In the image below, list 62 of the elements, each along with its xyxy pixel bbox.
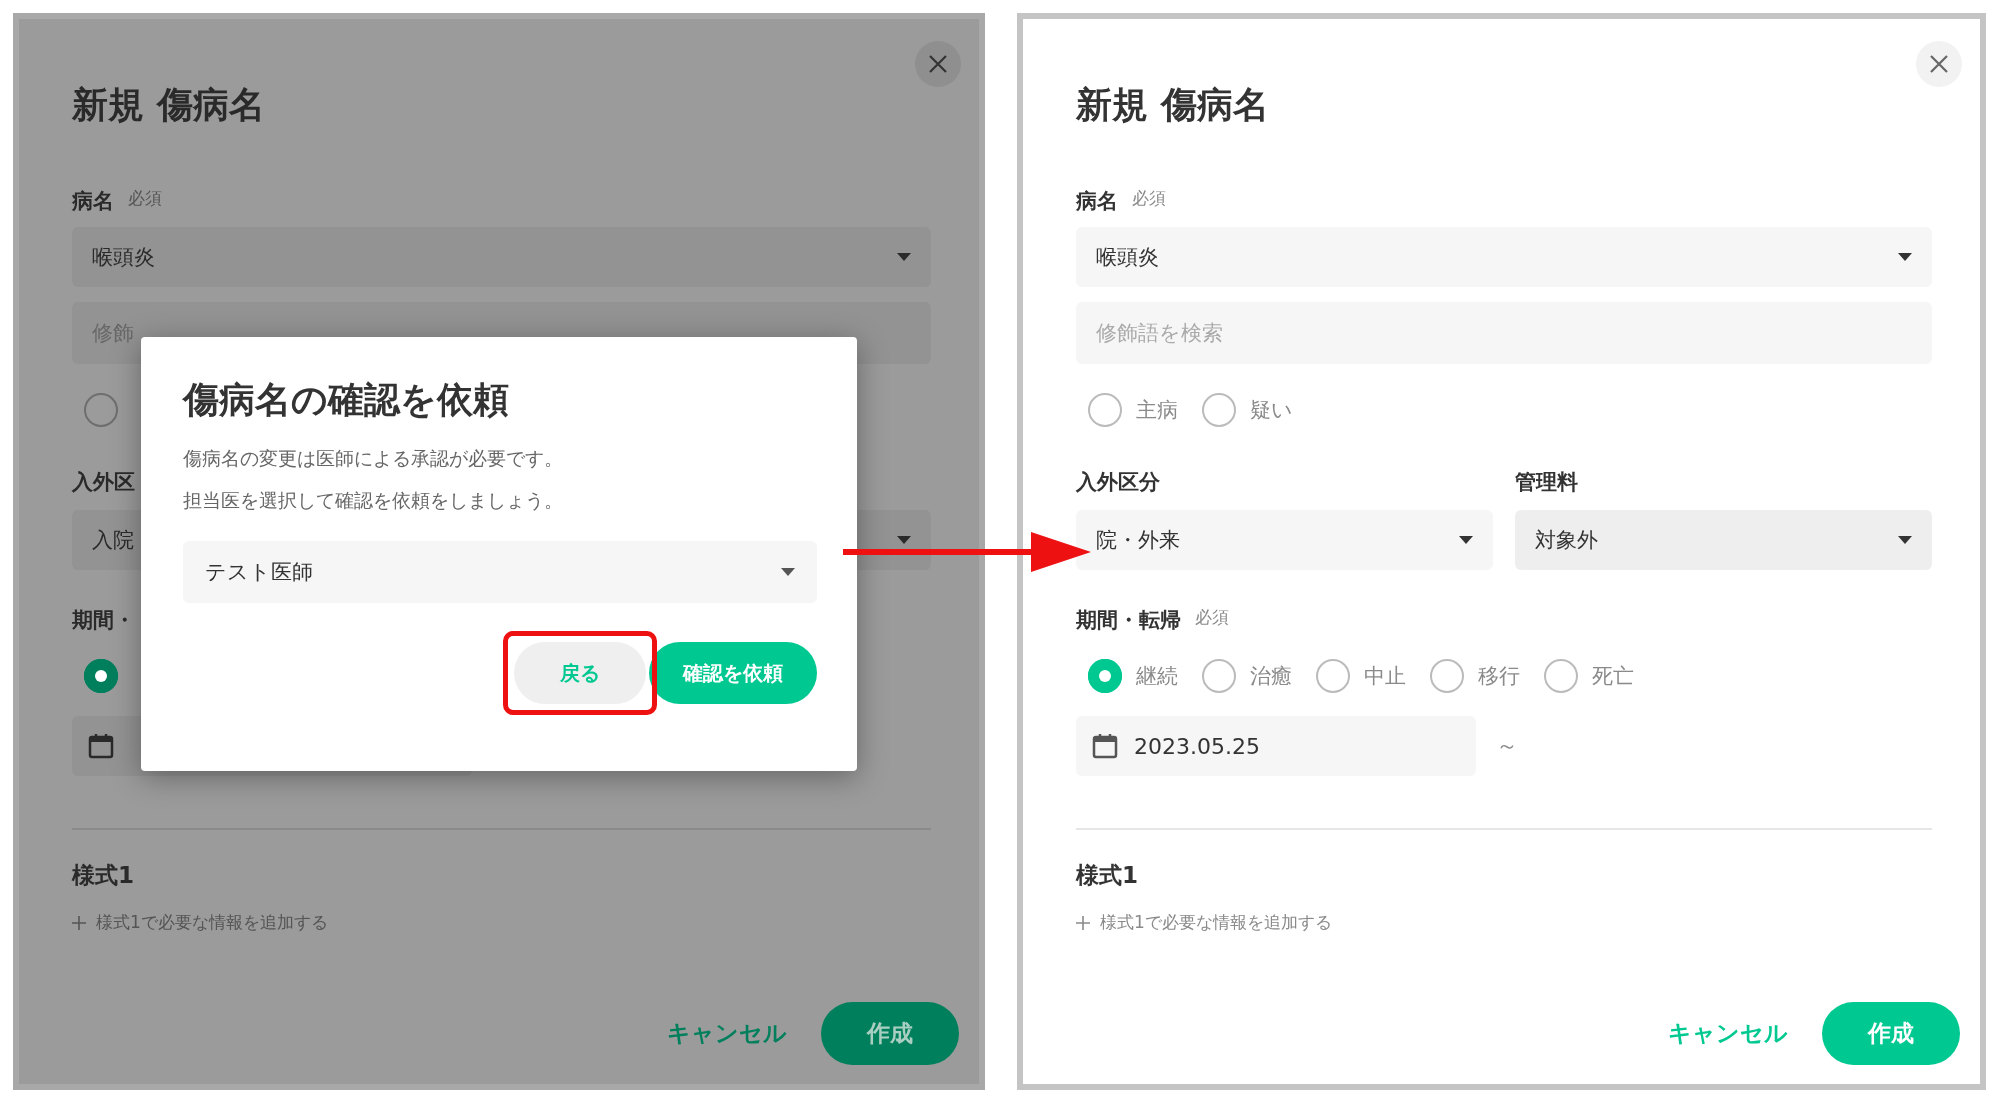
add-info-link[interactable]: 様式1で必要な情報を追加する <box>1076 911 1332 934</box>
close-button[interactable] <box>915 41 961 87</box>
field-label: 病名 <box>1076 188 1118 215</box>
form-title: 新規 傷病名 <box>1076 83 1269 127</box>
radio-label: 主病 <box>1136 397 1178 424</box>
section-title: 様式1 <box>72 861 135 890</box>
close-button[interactable] <box>1916 41 1962 87</box>
radio-button[interactable] <box>1088 659 1122 693</box>
calendar-icon <box>1092 733 1118 759</box>
form-title: 新規 傷病名 <box>72 83 265 127</box>
plus-icon <box>72 915 86 930</box>
caret-icon <box>1898 253 1912 261</box>
field-label: 管理料 <box>1515 469 1578 496</box>
field-label: 入外区分 <box>1076 469 1160 496</box>
radio-label: 中止 <box>1364 663 1406 690</box>
create-button[interactable]: 作成 <box>821 1002 959 1065</box>
request-button[interactable]: 確認を依頼 <box>649 642 817 704</box>
radio-label: 継続 <box>1136 663 1178 690</box>
doctor-select[interactable]: テスト医師 <box>183 541 817 603</box>
radio-button[interactable] <box>1316 659 1350 693</box>
category-select[interactable]: 院・外来 <box>1076 510 1493 570</box>
create-button[interactable]: 作成 <box>1822 1002 1960 1065</box>
cancel-button[interactable]: キャンセル <box>667 1018 787 1049</box>
radio-button[interactable] <box>84 659 118 693</box>
radio-button[interactable] <box>1544 659 1578 693</box>
cancel-button[interactable]: キャンセル <box>1668 1018 1788 1049</box>
caret-icon <box>897 536 911 544</box>
dialog-title: 傷病名の確認を依頼 <box>183 378 510 422</box>
dialog-message: 傷病名の変更は医師による承認が必要です。 担当医を選択して確認を依頼をしましょう。 <box>183 446 564 513</box>
radio-button[interactable] <box>1430 659 1464 693</box>
disease-select[interactable]: 喉頭炎 <box>72 227 931 287</box>
radio-label: 移行 <box>1478 663 1520 690</box>
fee-select[interactable]: 対象外 <box>1515 510 1932 570</box>
range-separator: ～ <box>1496 732 1518 760</box>
plus-icon <box>1076 915 1090 930</box>
required-tag: 必須 <box>128 187 162 210</box>
radio-button[interactable] <box>1202 393 1236 427</box>
section-title: 様式1 <box>1076 861 1139 890</box>
required-tag: 必須 <box>1195 606 1229 629</box>
radio-button[interactable] <box>1202 659 1236 693</box>
caret-icon <box>781 568 795 576</box>
close-icon <box>929 55 947 73</box>
radio-label: 死亡 <box>1592 663 1634 690</box>
radio-label: 治癒 <box>1250 663 1292 690</box>
field-label: 期間・ <box>72 607 135 634</box>
field-label: 病名 <box>72 188 114 215</box>
calendar-icon <box>88 733 114 759</box>
add-info-link[interactable]: 様式1で必要な情報を追加する <box>72 911 328 934</box>
field-label: 入外区 <box>72 469 135 496</box>
disease-select[interactable]: 喉頭炎 <box>1076 227 1932 287</box>
date-field[interactable]: 2023.05.25 <box>1076 716 1476 776</box>
caret-icon <box>897 253 911 261</box>
search-field[interactable]: 修飾語を検索 <box>1076 302 1932 364</box>
radio-label: 疑い <box>1250 397 1293 424</box>
required-tag: 必須 <box>1132 187 1166 210</box>
close-icon <box>1930 55 1948 73</box>
radio-button[interactable] <box>1088 393 1122 427</box>
radio-button[interactable] <box>84 393 118 427</box>
caret-icon <box>1459 536 1473 544</box>
caret-icon <box>1898 536 1912 544</box>
back-button[interactable]: 戻る <box>514 642 646 704</box>
field-label: 期間・転帰 <box>1076 607 1181 634</box>
